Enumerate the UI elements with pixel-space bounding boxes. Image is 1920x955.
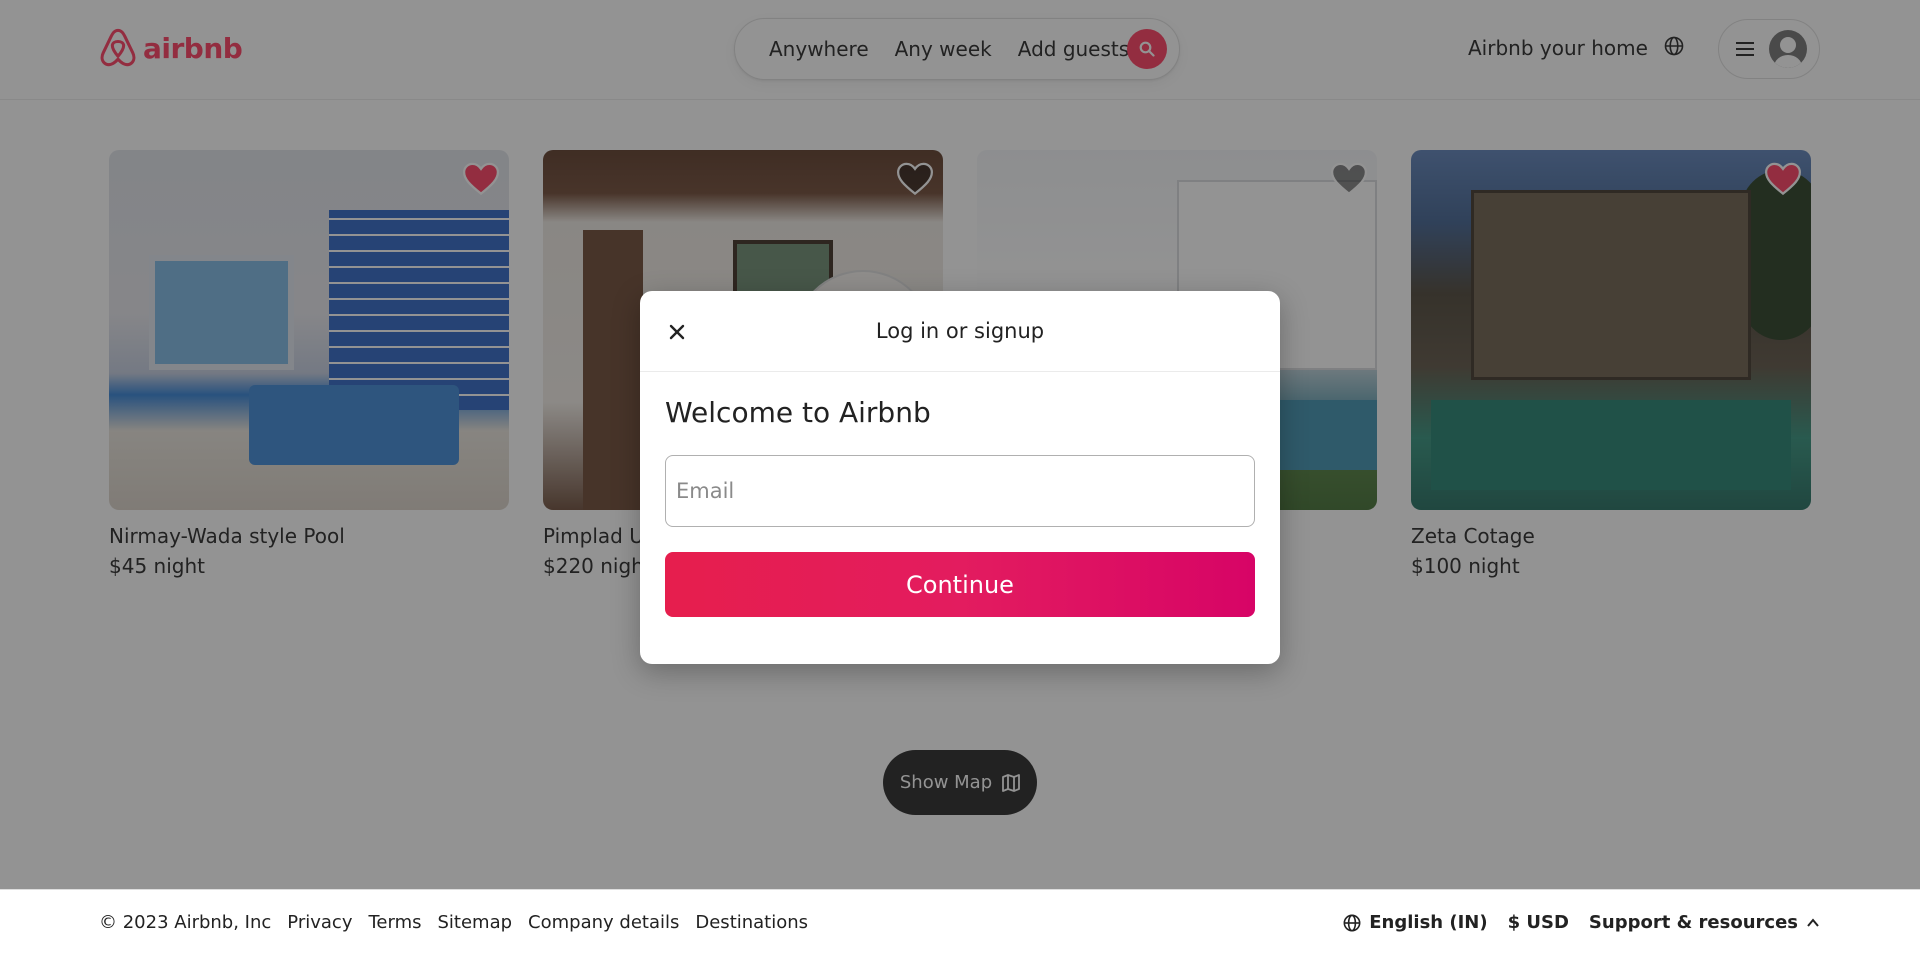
modal-body: Welcome to Airbnb Continue [640, 372, 1280, 641]
footer-link-company-details[interactable]: Company details [528, 912, 679, 933]
footer-currency-button[interactable]: $ USD [1508, 912, 1569, 933]
site-footer: © 2023 Airbnb, Inc Privacy Terms Sitemap… [0, 889, 1920, 955]
globe-icon [1343, 914, 1361, 931]
modal-header: Log in or signup [640, 291, 1280, 372]
chevron-up-icon [1807, 917, 1819, 927]
modal-title: Log in or signup [875, 319, 1045, 343]
footer-language-button[interactable]: English (IN) [1343, 912, 1488, 933]
continue-button[interactable]: Continue [665, 552, 1255, 617]
footer-settings: English (IN) $ USD Support & resources [1343, 912, 1820, 933]
login-modal: Log in or signup Welcome to Airbnb Conti… [640, 291, 1280, 664]
email-field[interactable] [665, 455, 1255, 527]
close-icon [669, 324, 685, 340]
footer-link-privacy[interactable]: Privacy [287, 912, 352, 933]
footer-link-destinations[interactable]: Destinations [695, 912, 808, 933]
footer-link-sitemap[interactable]: Sitemap [437, 912, 512, 933]
footer-support-label: Support & resources [1588, 912, 1798, 933]
footer-links: © 2023 Airbnb, Inc Privacy Terms Sitemap… [99, 912, 808, 933]
footer-copyright: © 2023 Airbnb, Inc [99, 912, 272, 933]
close-button[interactable] [664, 319, 690, 345]
footer-link-terms[interactable]: Terms [368, 912, 421, 933]
welcome-heading: Welcome to Airbnb [665, 396, 931, 429]
footer-language-label: English (IN) [1369, 912, 1488, 933]
footer-support-button[interactable]: Support & resources [1589, 912, 1820, 933]
footer-currency-label: $ USD [1507, 912, 1569, 933]
